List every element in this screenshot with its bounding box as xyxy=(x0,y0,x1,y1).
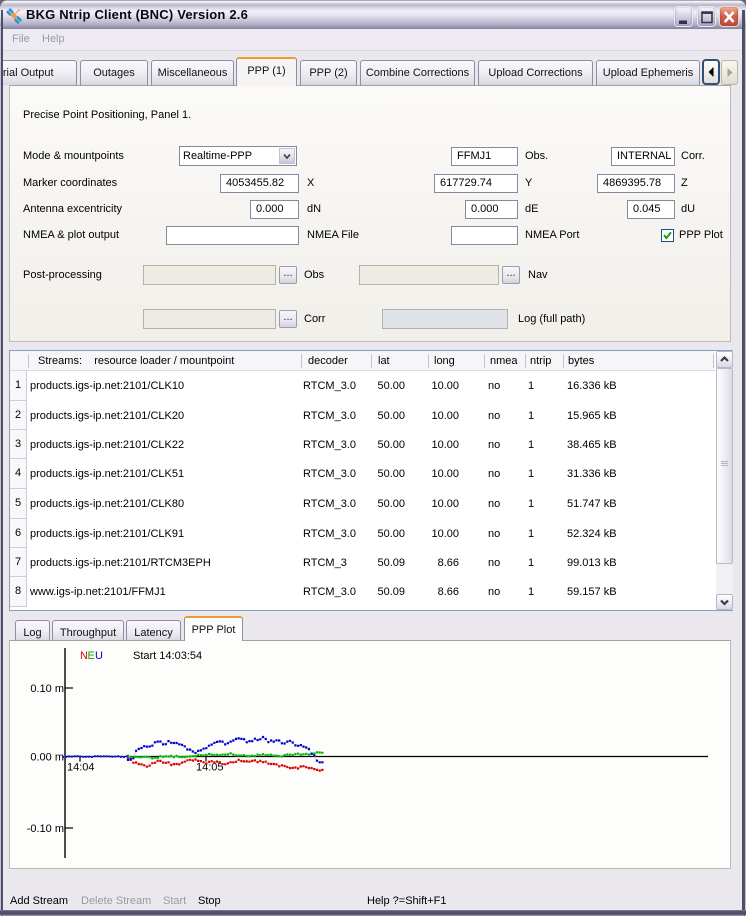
svg-text:Start 14:03:54: Start 14:03:54 xyxy=(133,650,202,662)
svg-text:E: E xyxy=(88,650,95,662)
svg-text:-0.10 m: -0.10 m xyxy=(27,823,64,835)
svg-text:0.10 m: 0.10 m xyxy=(30,683,64,695)
svg-text:0.00 m: 0.00 m xyxy=(30,752,64,764)
svg-text:U: U xyxy=(95,650,103,662)
svg-text:14:04: 14:04 xyxy=(67,762,95,774)
